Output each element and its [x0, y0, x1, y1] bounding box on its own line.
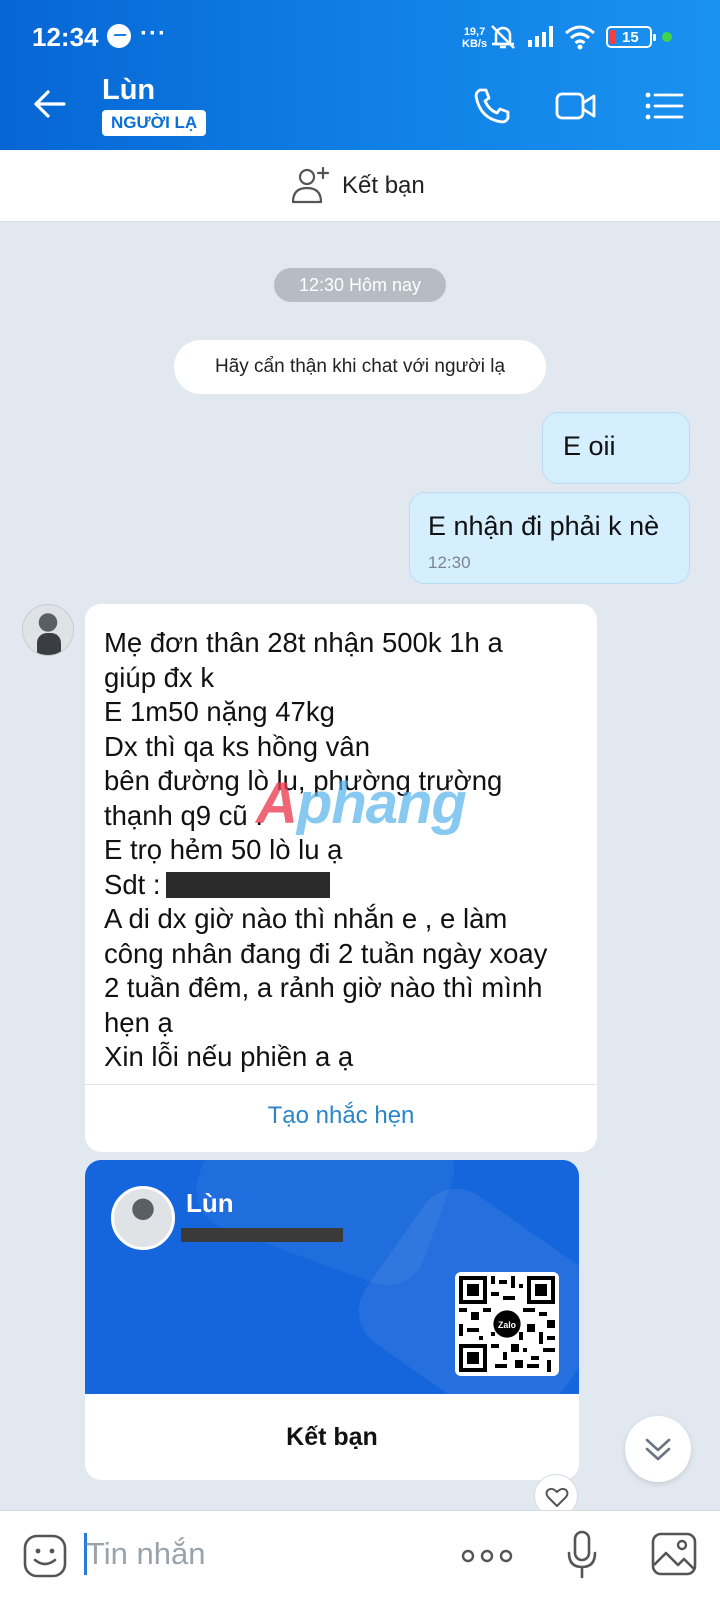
outgoing-message[interactable]: E nhận đi phải k nè 12:30	[409, 492, 690, 584]
more-notifications-icon: ···	[140, 20, 167, 47]
outgoing-message[interactable]: E oii	[542, 412, 690, 484]
phone-call-icon[interactable]	[470, 84, 514, 128]
video-call-icon[interactable]	[554, 84, 598, 128]
menu-list-icon[interactable]	[642, 84, 686, 128]
watermark-text: phang	[296, 771, 467, 836]
divider	[85, 1084, 597, 1085]
battery-level: 15	[622, 29, 639, 46]
create-reminder-link[interactable]: Tạo nhắc hẹn	[85, 1102, 597, 1130]
redacted-phone	[166, 872, 330, 898]
incoming-message[interactable]: Mẹ đơn thân 28t nhận 500k 1h a giúp đx k…	[85, 604, 597, 1152]
watermark: Aphang	[256, 770, 467, 837]
double-chevron-down-icon	[645, 1438, 671, 1461]
back-arrow-icon[interactable]	[30, 84, 70, 124]
scroll-to-bottom-button[interactable]	[625, 1416, 691, 1482]
message-text: Mẹ đơn thân 28t nhận 500k 1h a giúp đx k…	[104, 627, 548, 1072]
mute-icon	[491, 25, 515, 49]
net-speed-unit: KB/s	[462, 38, 488, 50]
wifi-icon	[565, 25, 595, 50]
stranger-badge: NGƯỜI LẠ	[102, 110, 207, 136]
messenger-icon	[107, 24, 131, 48]
net-speed-value: 19,7	[463, 26, 486, 38]
message-text: E nhận đi phải k nè	[428, 511, 660, 541]
contact-card-name: Lùn	[186, 1188, 234, 1218]
message-time: 12:30	[428, 553, 471, 572]
watermark-letter: A	[256, 771, 298, 836]
add-friend-label: Kết bạn	[342, 172, 425, 199]
message-input[interactable]	[86, 1532, 426, 1576]
network-speed: 19,7 KB/s	[462, 26, 487, 50]
status-time: 12:34	[32, 22, 99, 52]
signal-icon	[528, 26, 553, 47]
add-friend-button[interactable]: Kết bạn	[85, 1394, 579, 1480]
sticker-emoji-icon[interactable]	[22, 1533, 68, 1579]
redacted-phone	[181, 1228, 343, 1242]
battery-icon: 15	[606, 26, 656, 48]
stranger-warning: Hãy cẩn thận khi chat với người lạ	[174, 340, 546, 394]
message-text: E oii	[563, 431, 616, 461]
status-bar: 12:34 ··· 19,7 KB/s 15	[0, 0, 720, 62]
contact-name[interactable]: Lùn	[102, 74, 155, 107]
qr-code-icon: Zalo	[455, 1272, 559, 1376]
time-divider: 12:30 Hôm nay	[274, 268, 446, 302]
contact-card-banner: Lùn Zalo	[85, 1160, 579, 1394]
top-bar: 12:34 ··· 19,7 KB/s 15 Lùn NGƯỜI LẠ	[0, 0, 720, 150]
add-friend-bar[interactable]: Kết bạn	[0, 150, 720, 222]
image-gallery-icon[interactable]	[650, 1531, 698, 1577]
add-user-icon	[291, 166, 330, 204]
chat-header: Lùn NGƯỜI LẠ	[0, 62, 720, 150]
privacy-indicator	[662, 32, 672, 42]
sender-avatar[interactable]	[22, 604, 74, 656]
contact-card[interactable]: Lùn Zalo Kết bạn	[85, 1160, 579, 1480]
qr-brand-text: Zalo	[498, 1320, 517, 1330]
more-options-icon[interactable]	[460, 1541, 514, 1571]
microphone-icon[interactable]	[564, 1529, 600, 1581]
contact-card-avatar	[111, 1186, 175, 1250]
